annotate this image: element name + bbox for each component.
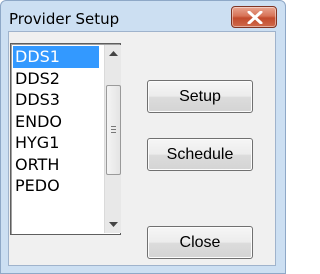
list-item[interactable]: DDS3: [13, 89, 101, 111]
list-item[interactable]: DDS1: [13, 46, 99, 68]
scroll-grip-icon: [111, 126, 116, 133]
scroll-thumb[interactable]: [106, 85, 121, 175]
list-item[interactable]: ORTH: [13, 154, 101, 176]
window-close-button[interactable]: [231, 6, 277, 28]
schedule-button[interactable]: Schedule: [147, 138, 253, 171]
scroll-down-arrow-icon: [109, 222, 118, 227]
list-item[interactable]: PEDO: [13, 175, 101, 197]
list-item[interactable]: DDS2: [13, 68, 101, 90]
close-icon: [247, 11, 263, 24]
provider-listbox[interactable]: DDS1 DDS2 DDS3 ENDO HYG1 ORTH PEDO: [10, 43, 121, 235]
scroll-down-button[interactable]: [105, 216, 122, 233]
setup-button[interactable]: Setup: [147, 80, 253, 113]
scroll-up-button[interactable]: [105, 45, 122, 62]
list-item[interactable]: HYG1: [13, 132, 101, 154]
provider-list-items: DDS1 DDS2 DDS3 ENDO HYG1 ORTH PEDO: [13, 46, 101, 197]
listbox-scrollbar[interactable]: [104, 45, 121, 233]
window-title: Provider Setup: [9, 10, 120, 28]
close-button[interactable]: Close: [147, 226, 253, 259]
title-bar[interactable]: Provider Setup: [1, 1, 285, 33]
list-item[interactable]: ENDO: [13, 111, 101, 133]
scroll-up-arrow-icon: [109, 51, 118, 56]
